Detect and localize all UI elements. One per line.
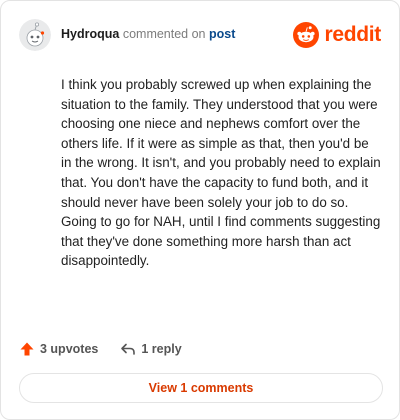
comment-byline: Hydroqua commented on post	[61, 27, 235, 41]
upvote-count: 3 upvotes	[40, 342, 99, 356]
user-avatar[interactable]	[19, 19, 51, 51]
view-comments-button[interactable]: View 1 comments	[19, 373, 383, 403]
commented-on-text: commented on	[122, 27, 206, 41]
reply-arrow-icon	[121, 343, 136, 355]
comment-body: I think you probably screwed up when exp…	[61, 77, 381, 269]
reddit-wordmark: reddit	[324, 23, 381, 46]
comment-card: Hydroqua commented on post reddit I thin…	[0, 0, 400, 420]
upvote-button[interactable]: 3 upvotes	[19, 341, 98, 357]
reply-count: 1 reply	[141, 342, 182, 356]
upvote-arrow-icon	[20, 342, 34, 356]
post-link[interactable]: post	[209, 27, 235, 41]
comment-actions: 3 upvotes 1 reply	[19, 339, 182, 359]
reddit-snoo-icon	[293, 22, 320, 48]
view-comments-label: View 1 comments	[148, 381, 254, 395]
reply-button[interactable]: 1 reply	[120, 341, 182, 357]
reddit-logo[interactable]: reddit	[293, 20, 381, 50]
username[interactable]: Hydroqua	[61, 27, 119, 41]
comment-header: Hydroqua commented on post reddit	[19, 19, 381, 51]
